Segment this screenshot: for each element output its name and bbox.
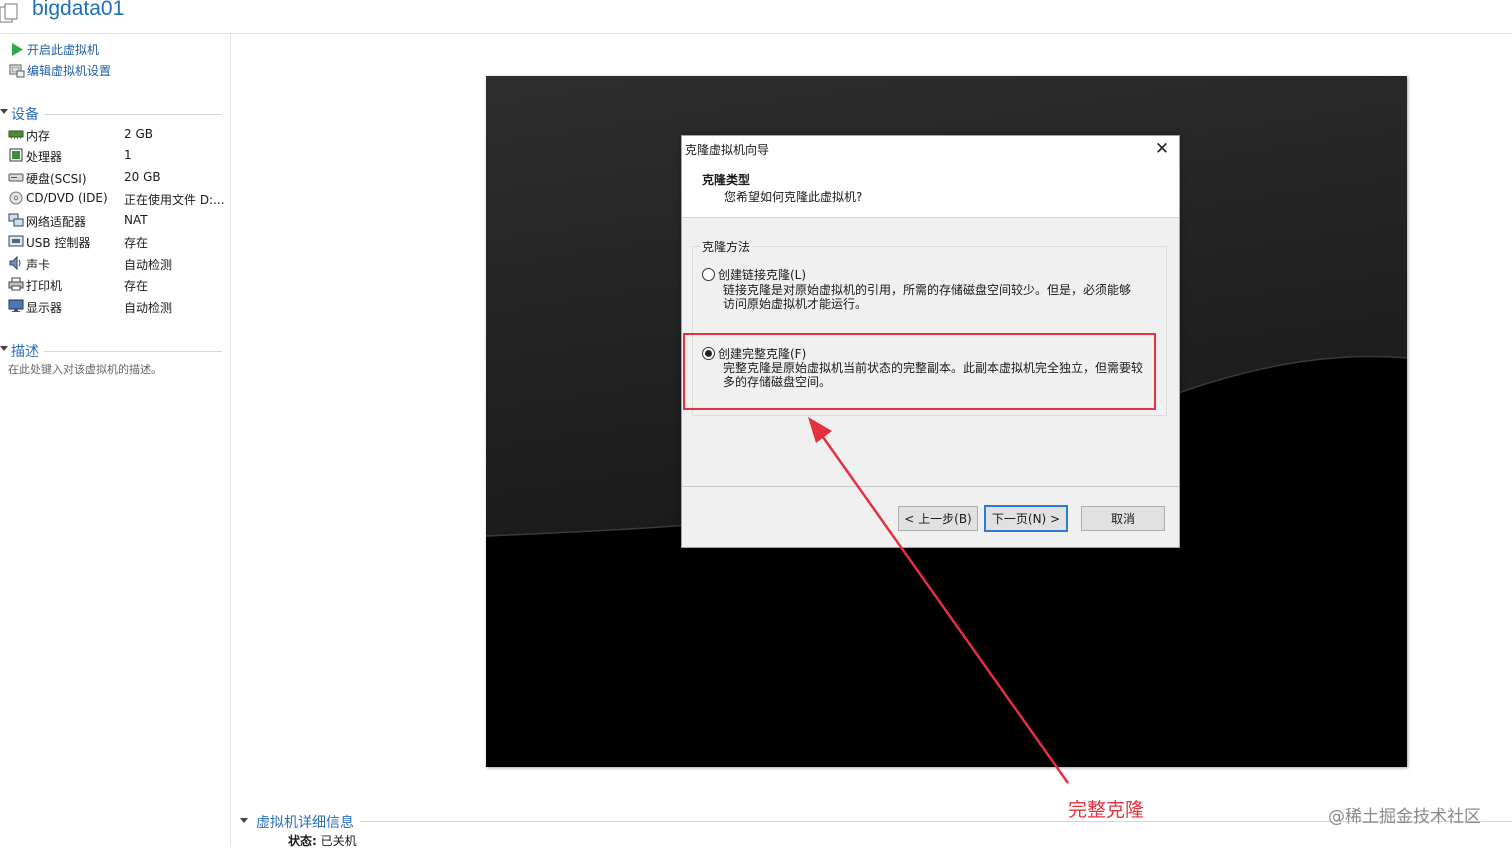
printer-icon	[8, 277, 24, 291]
device-row-printer[interactable]: 打印机 存在	[8, 275, 223, 295]
collapse-triangle-icon	[0, 346, 8, 351]
device-name: 网络适配器	[26, 215, 87, 229]
power-on-link[interactable]: 开启此虚拟机	[9, 40, 99, 58]
device-value: 20 GB	[124, 170, 161, 184]
annotation-highlight-box	[683, 333, 1156, 410]
vm-icon	[0, 3, 18, 23]
device-value: 2 GB	[124, 127, 153, 141]
sound-card-icon	[9, 256, 21, 270]
dialog-title: 克隆虚拟机向导	[685, 143, 770, 157]
linked-clone-desc-line2: 访问原始虚拟机才能运行。	[723, 297, 868, 311]
collapse-triangle-icon	[240, 818, 248, 823]
device-value: 存在	[124, 236, 149, 250]
device-value: 自动检测	[124, 301, 173, 315]
vm-title: bigdata01	[32, 0, 125, 20]
device-row-processor[interactable]: 处理器 1	[8, 146, 223, 166]
device-row-cd-dvd[interactable]: CD/DVD (IDE) 正在使用文件 D:...	[8, 189, 225, 209]
device-value: 存在	[124, 279, 149, 293]
device-row-sound-card[interactable]: 声卡 自动检测	[8, 254, 223, 274]
dialog-footer-divider	[682, 486, 1179, 487]
device-name: 打印机	[26, 279, 63, 293]
linked-clone-radio[interactable]	[702, 268, 715, 281]
linked-clone-description: 链接克隆是对原始虚拟机的引用，所需的存储磁盘空间较少。但是，必须能够 访问原始虚…	[723, 283, 1143, 311]
dialog-titlebar[interactable]: 克隆虚拟机向导 ✕	[682, 136, 1179, 167]
description-section-title: 描述	[11, 344, 39, 360]
status-value: 已关机	[320, 834, 357, 848]
vm-details-title: 虚拟机详细信息	[256, 815, 354, 831]
description-section-header[interactable]: 描述	[0, 341, 222, 360]
edit-settings-label: 编辑虚拟机设置	[27, 63, 112, 78]
device-value: 1	[124, 148, 132, 162]
sidebar: 开启此虚拟机 编辑虚拟机设置 设备 内存 2 GB 处理器 1 硬盘(SCSI)…	[0, 34, 231, 847]
close-icon[interactable]: ✕	[1151, 138, 1173, 160]
devices-section-header[interactable]: 设备	[0, 104, 222, 123]
hard-disk-icon	[8, 173, 24, 182]
device-value: NAT	[124, 213, 148, 227]
section-divider	[44, 114, 222, 115]
clone-method-label: 克隆方法	[700, 238, 753, 255]
device-row-usb[interactable]: USB 控制器 存在	[8, 232, 223, 252]
vm-status-row: 状态: 已关机	[288, 832, 357, 849]
device-row-hard-disk[interactable]: 硬盘(SCSI) 20 GB	[8, 168, 223, 188]
linked-clone-option[interactable]: 创建链接克隆(L)	[702, 266, 806, 283]
dialog-subheading: 您希望如何克隆此虚拟机?	[724, 190, 863, 204]
device-row-memory[interactable]: 内存 2 GB	[8, 125, 223, 145]
usb-icon	[8, 235, 24, 247]
device-name: 内存	[26, 129, 51, 143]
back-button[interactable]: < 上一步(B)	[898, 506, 978, 531]
device-name: 硬盘(SCSI)	[26, 172, 87, 186]
device-name: 处理器	[26, 150, 63, 164]
power-on-label: 开启此虚拟机	[27, 42, 100, 57]
status-key: 状态:	[288, 834, 317, 848]
play-icon	[9, 41, 25, 57]
device-value: 自动检测	[124, 258, 173, 272]
cd-dvd-icon	[9, 191, 23, 205]
dialog-heading: 克隆类型	[702, 173, 751, 187]
description-placeholder[interactable]: 在此处键入对该虚拟机的描述。	[8, 361, 162, 377]
section-divider	[44, 351, 222, 352]
dialog-header-pane: 克隆类型 您希望如何克隆此虚拟机?	[682, 167, 1179, 218]
device-value: 正在使用文件 D:...	[124, 193, 225, 207]
vm-header: bigdata01	[0, 0, 1512, 34]
device-name: USB 控制器	[26, 236, 91, 250]
processor-icon	[9, 148, 23, 162]
network-adapter-icon	[8, 213, 24, 227]
display-icon	[8, 299, 24, 312]
memory-icon	[8, 130, 24, 139]
collapse-triangle-icon	[0, 109, 8, 114]
edit-settings-link[interactable]: 编辑虚拟机设置	[9, 61, 111, 79]
device-name: 声卡	[26, 258, 51, 272]
cancel-button[interactable]: 取消	[1081, 506, 1165, 531]
device-name: CD/DVD (IDE)	[26, 191, 108, 205]
linked-clone-desc-line1: 链接克隆是对原始虚拟机的引用，所需的存储磁盘空间较少。但是，必须能够	[723, 283, 1132, 297]
watermark: @稀土掘金技术社区	[1328, 807, 1481, 827]
vm-details-header[interactable]: 虚拟机详细信息	[240, 812, 1512, 831]
device-row-network-adapter[interactable]: 网络适配器 NAT	[8, 211, 223, 231]
linked-clone-label: 创建链接克隆(L)	[718, 268, 807, 282]
device-row-display[interactable]: 显示器 自动检测	[8, 297, 223, 317]
device-name: 显示器	[26, 301, 63, 315]
next-button[interactable]: 下一页(N) >	[984, 505, 1068, 532]
devices-section-title: 设备	[11, 107, 39, 123]
settings-icon	[9, 62, 25, 78]
